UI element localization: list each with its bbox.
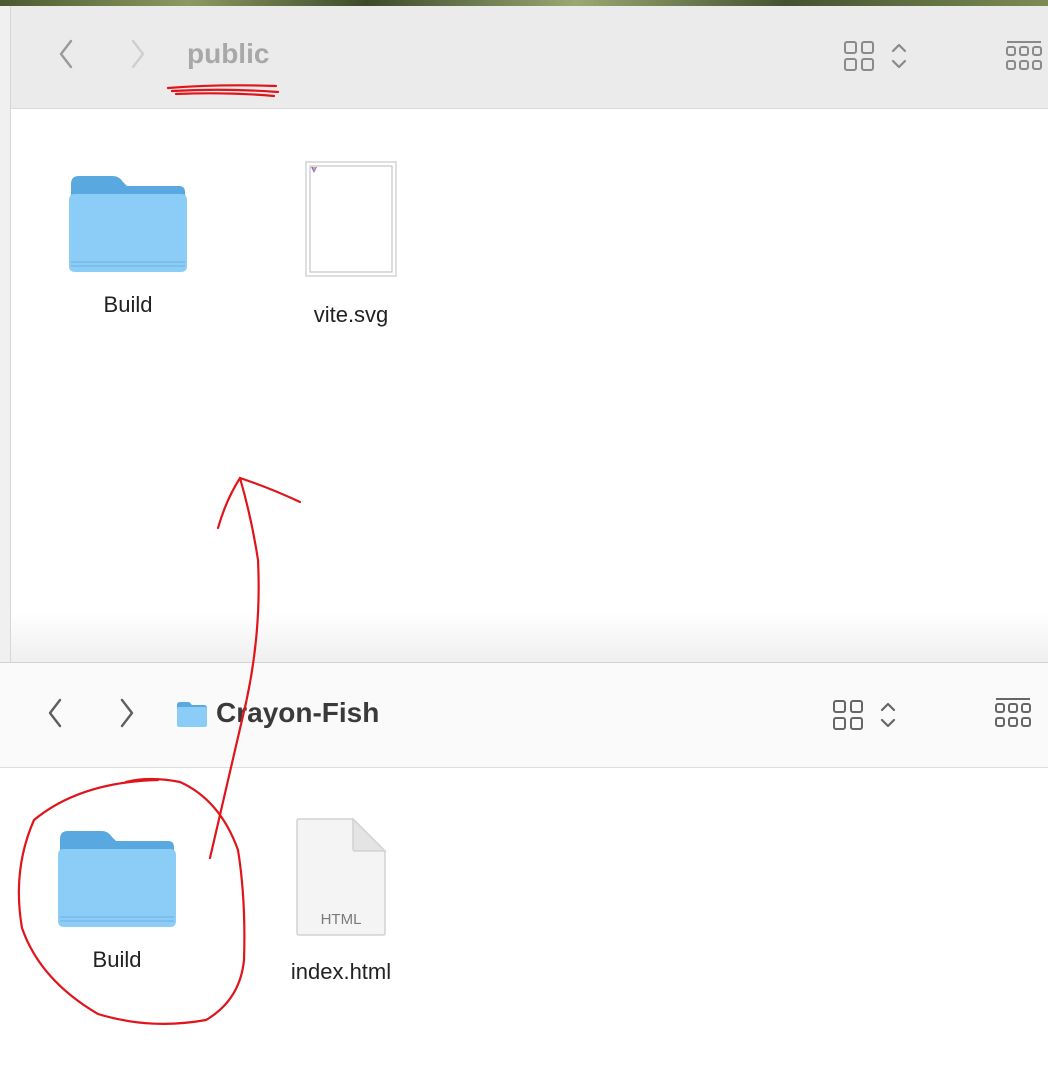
chevron-right-icon bbox=[131, 39, 145, 69]
folder-icon bbox=[177, 702, 207, 727]
finder-window-public: public Build vite.svg bbox=[10, 6, 1048, 662]
item-label: vite.svg bbox=[313, 302, 389, 327]
item-label: Build bbox=[103, 292, 153, 317]
title-folder-icon bbox=[176, 700, 208, 733]
group-button[interactable] bbox=[994, 697, 1034, 736]
chevron-right-icon bbox=[120, 698, 134, 728]
folder-icon bbox=[58, 831, 176, 927]
back-button[interactable] bbox=[51, 34, 81, 74]
file-item-build[interactable]: Build bbox=[48, 170, 208, 318]
view-mode-button[interactable] bbox=[832, 699, 902, 738]
icon-grid-icon bbox=[844, 41, 907, 71]
file-item-index-html[interactable]: HTML index.html bbox=[261, 817, 421, 985]
finder-window-crayon-fish: Crayon-Fish Build HTML index.html bbox=[0, 662, 1048, 1071]
folder-icon bbox=[69, 176, 187, 272]
back-button[interactable] bbox=[40, 693, 70, 733]
view-mode-button[interactable] bbox=[843, 40, 913, 79]
window-bottom-fade bbox=[11, 612, 1048, 662]
toolbar: Crayon-Fish bbox=[0, 663, 1048, 768]
window-edge bbox=[0, 6, 10, 662]
forward-button[interactable] bbox=[123, 34, 153, 74]
icon-grid-icon bbox=[833, 700, 896, 730]
chevron-left-icon bbox=[48, 698, 62, 728]
window-title: public bbox=[187, 38, 270, 69]
group-grid-icon bbox=[1006, 41, 1042, 70]
item-label: index.html bbox=[290, 959, 392, 984]
item-label: Build bbox=[92, 947, 142, 972]
file-item-vite-svg[interactable]: vite.svg bbox=[271, 160, 431, 328]
forward-button[interactable] bbox=[112, 693, 142, 733]
window-title: Crayon-Fish bbox=[216, 697, 380, 728]
group-grid-icon bbox=[995, 698, 1031, 727]
chevron-left-icon bbox=[59, 39, 73, 69]
svg-file-icon bbox=[305, 161, 397, 277]
file-type-badge: HTML bbox=[320, 911, 362, 928]
html-file-icon: HTML bbox=[295, 817, 387, 937]
toolbar: public bbox=[11, 6, 1048, 109]
file-item-build[interactable]: Build bbox=[37, 825, 197, 973]
group-button[interactable] bbox=[1005, 40, 1045, 79]
